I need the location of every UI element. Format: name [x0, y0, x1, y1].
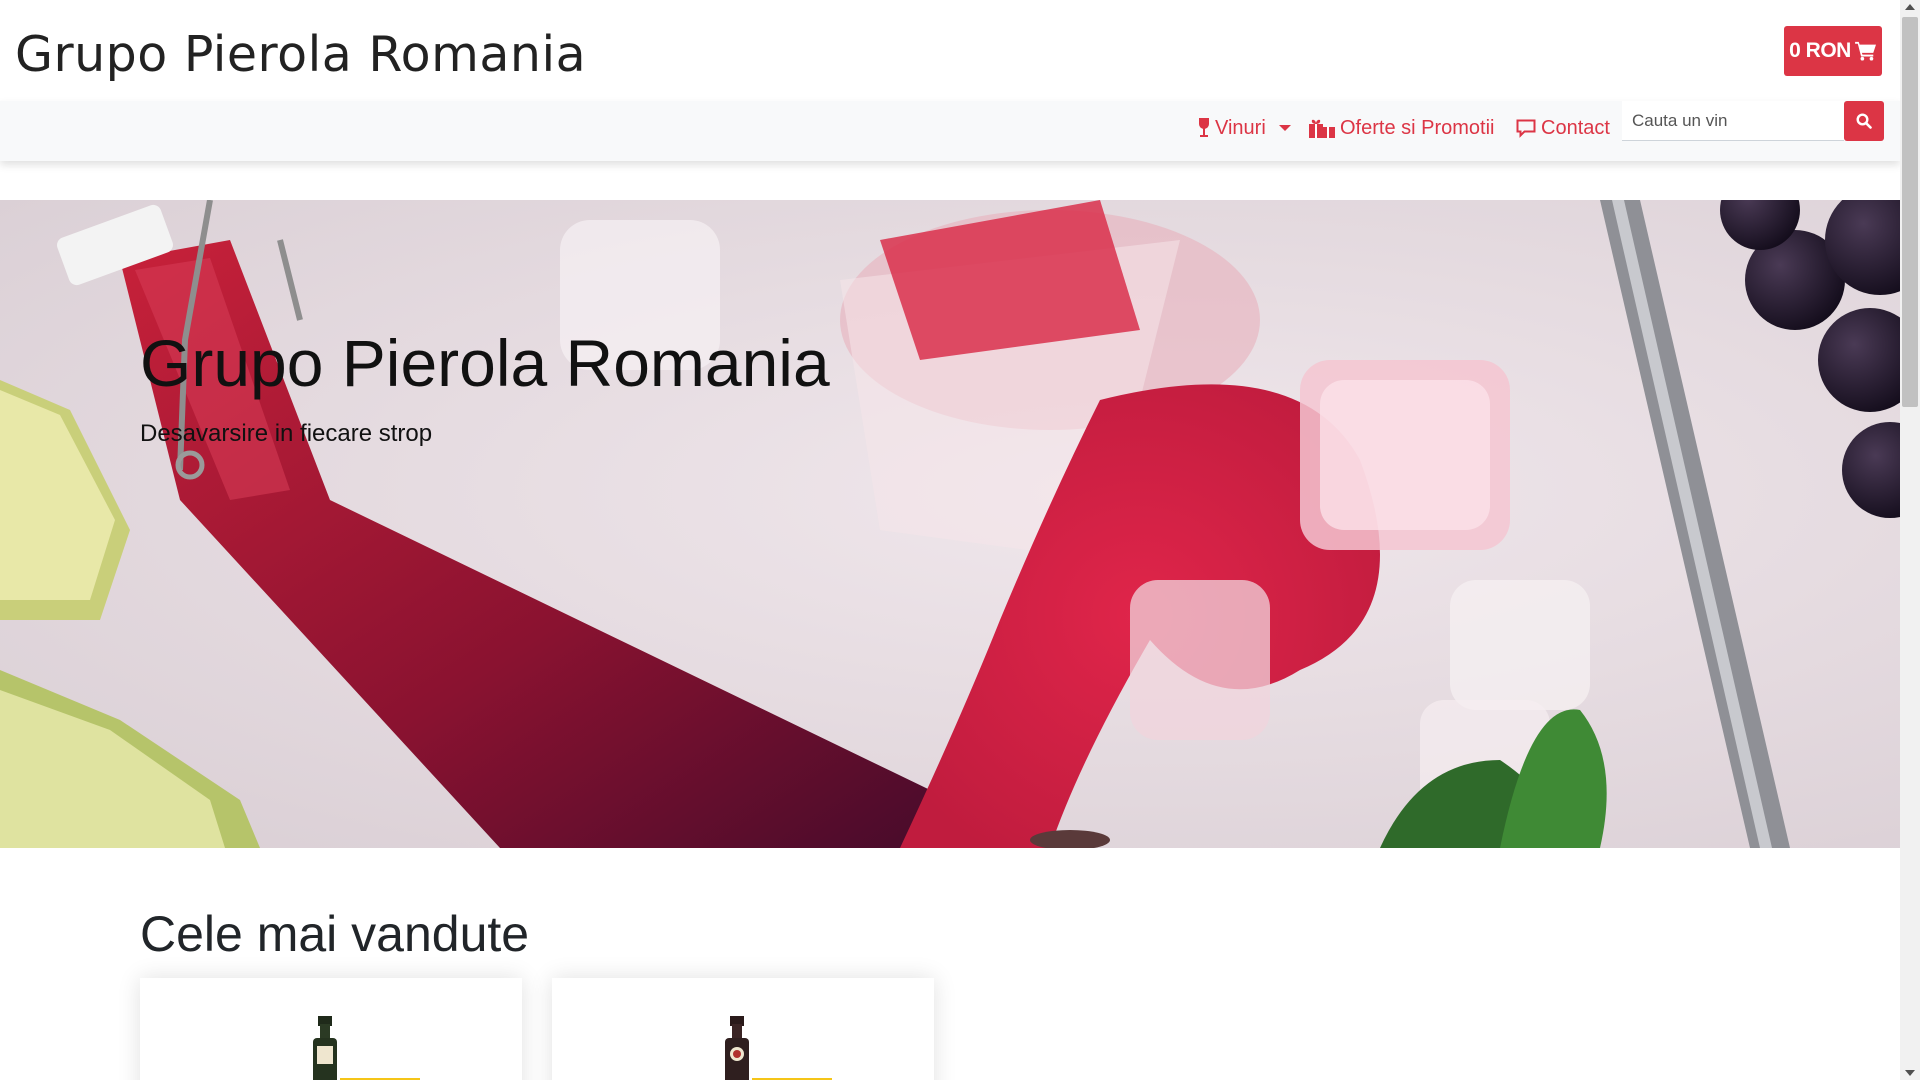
nav-vinuri-dropdown[interactable]: Vinuri [1198, 113, 1291, 143]
page-scrollbar[interactable] [1900, 0, 1920, 1080]
site-title[interactable]: Grupo Pierola Romania [15, 26, 586, 83]
product-card[interactable] [140, 978, 522, 1080]
search-wrapper [1622, 101, 1844, 141]
comment-icon [1516, 119, 1536, 138]
chevron-down-icon [1278, 125, 1291, 131]
search-button[interactable] [1844, 101, 1884, 141]
scroll-up-arrow-icon[interactable] [1905, 4, 1915, 10]
search-input[interactable] [1622, 101, 1844, 141]
wine-glass-icon [1199, 118, 1209, 137]
main-navbar: Vinuri Oferte si Promotii Contact [0, 101, 1900, 161]
hero-background-image [0, 200, 1900, 848]
nav-vinuri-label: Vinuri [1215, 116, 1266, 139]
nav-contact[interactable]: Contact [1516, 113, 1610, 143]
nav-contact-label: Contact [1541, 116, 1610, 139]
product-card[interactable] [552, 978, 934, 1080]
search-icon [1856, 113, 1872, 129]
cart-total: 0 RON [1789, 39, 1851, 62]
hero-banner: Grupo Pierola Romania Desavarsire in fie… [0, 200, 1900, 848]
best-sellers-heading: Cele mai vandute [140, 906, 530, 962]
nav-oferte[interactable]: Oferte si Promotii [1309, 113, 1494, 143]
shopping-cart-icon [1854, 41, 1876, 61]
nav-oferte-label: Oferte si Promotii [1340, 116, 1495, 139]
wine-bottle-image [725, 1016, 749, 1080]
hero-subtitle: Desavarsire in fiecare strop [140, 420, 433, 447]
wine-bottle-image [313, 1016, 337, 1080]
scroll-down-arrow-icon[interactable] [1905, 1070, 1915, 1076]
cart-button[interactable]: 0 RON [1784, 26, 1882, 76]
hero-title: Grupo Pierola Romania [140, 326, 830, 400]
brand-bar: Grupo Pierola Romania 0 RON [0, 0, 1900, 100]
scrollbar-thumb[interactable] [1902, 17, 1918, 407]
gifts-icon [1309, 119, 1335, 138]
